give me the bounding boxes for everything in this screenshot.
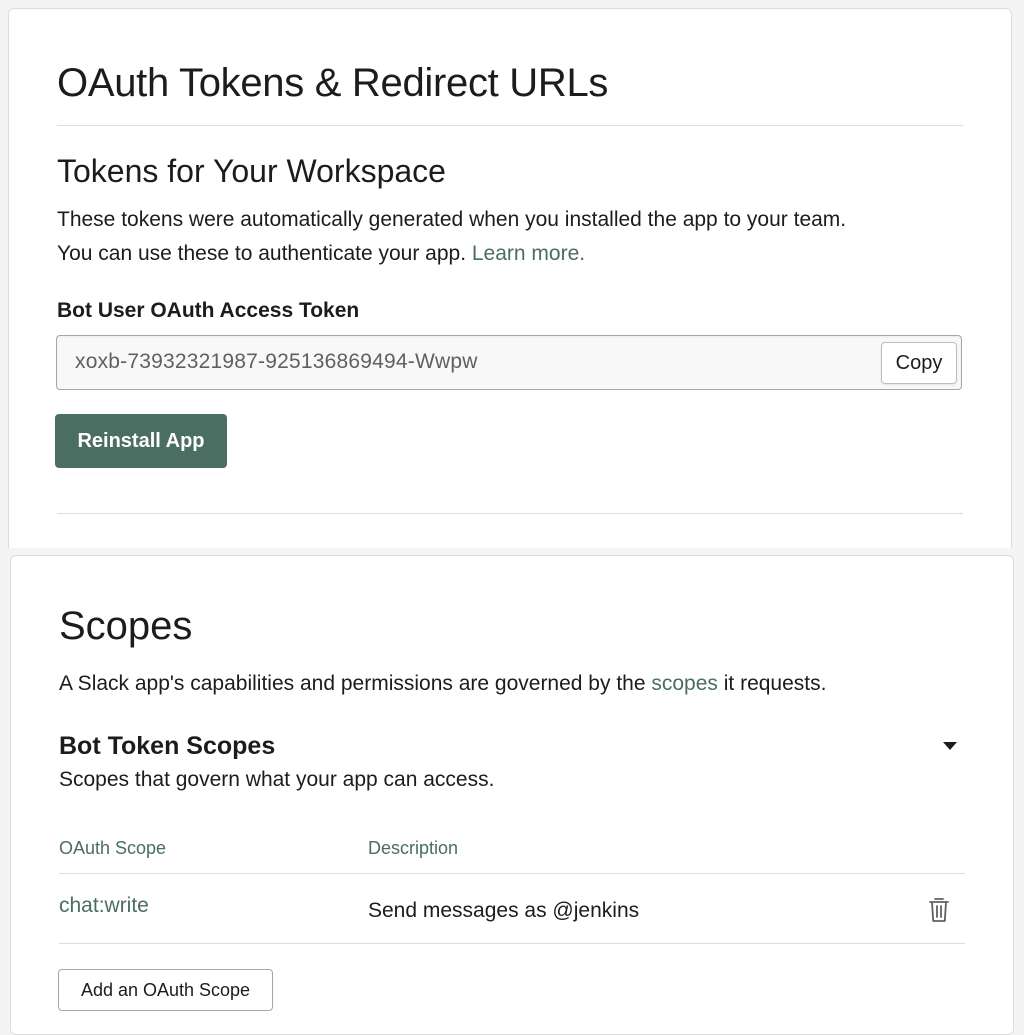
table-header-divider	[59, 873, 965, 874]
scopes-card: Scopes A Slack app's capabilities and pe…	[10, 555, 1014, 1035]
tokens-description-text: You can use these to authenticate your a…	[57, 242, 467, 265]
collapse-caret-icon[interactable]	[943, 742, 957, 750]
token-label: Bot User OAuth Access Token	[57, 299, 360, 322]
scopes-description-prefix: A Slack app's capabilities and permissio…	[59, 672, 646, 695]
scopes-description: A Slack app's capabilities and permissio…	[59, 672, 826, 696]
column-header-description: Description	[368, 838, 459, 858]
scopes-title: Scopes	[59, 604, 193, 648]
add-oauth-scope-button[interactable]: Add an OAuth Scope	[58, 969, 273, 1011]
tokens-description-line1: These tokens were automatically generate…	[57, 208, 847, 231]
divider	[57, 513, 963, 514]
bot-token-field[interactable]: xoxb-73932321987-925136869494-Wwpw Copy	[56, 335, 962, 390]
page-title: OAuth Tokens & Redirect URLs	[57, 61, 609, 105]
bot-token-scopes-heading: Bot Token Scopes	[59, 732, 276, 760]
bot-token-scopes-subtitle: Scopes that govern what your app can acc…	[59, 768, 495, 791]
scopes-link[interactable]: scopes	[651, 672, 718, 695]
copy-button[interactable]: Copy	[881, 342, 957, 384]
trash-icon[interactable]	[927, 896, 951, 924]
learn-more-link[interactable]: Learn more.	[472, 242, 585, 265]
scope-name: chat:write	[59, 894, 149, 917]
oauth-tokens-card: OAuth Tokens & Redirect URLs Tokens for …	[8, 8, 1012, 548]
reinstall-app-button[interactable]: Reinstall App	[55, 414, 227, 468]
scopes-description-suffix: it requests.	[723, 672, 827, 695]
bot-token-value[interactable]: xoxb-73932321987-925136869494-Wwpw	[75, 350, 535, 374]
tokens-description-line2: You can use these to authenticate your a…	[57, 236, 585, 271]
table-row-divider	[59, 943, 965, 944]
scope-description: Send messages as @jenkins	[368, 899, 640, 922]
divider	[57, 125, 963, 126]
column-header-oauth-scope: OAuth Scope	[59, 838, 167, 858]
workspace-tokens-heading: Tokens for Your Workspace	[57, 153, 446, 189]
